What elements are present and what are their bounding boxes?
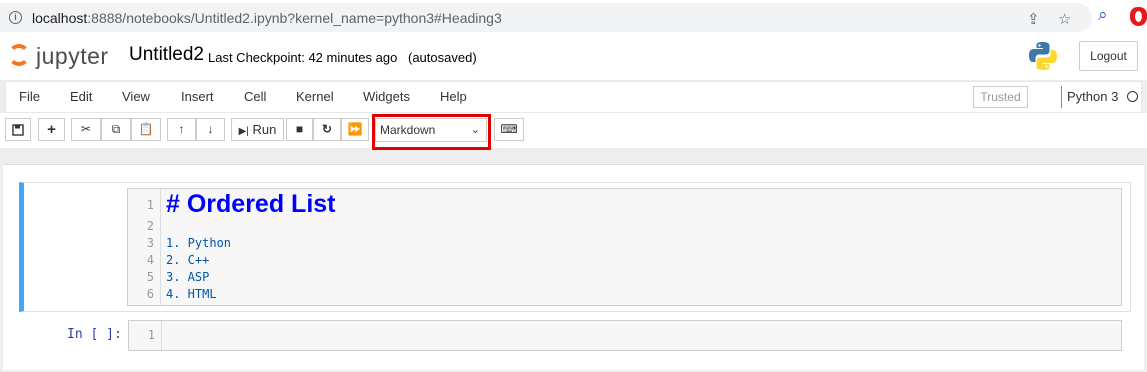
move-down-button[interactable]: ↓ — [196, 118, 225, 141]
arrow-up-icon: ↑ — [178, 122, 185, 136]
code-line: 2. C++ — [166, 253, 210, 267]
menu-widgets[interactable]: Widgets — [363, 89, 410, 104]
notebook-container: 1 2 3 4 5 6 # Ordered List 1. Python 2. … — [3, 164, 1144, 370]
menu-bar: File Edit View Insert Cell Kernel Widget… — [5, 81, 1142, 113]
extension-shield-icon[interactable] — [1130, 7, 1147, 26]
python-logo-icon — [1029, 42, 1057, 70]
paste-button[interactable]: 📋 — [131, 118, 161, 141]
bookmark-star-icon[interactable]: ☆ — [1058, 10, 1071, 28]
checkpoint-status: Last Checkpoint: 42 minutes ago — [208, 50, 398, 65]
notebook-header: jupyter Untitled2 Last Checkpoint: 42 mi… — [0, 35, 1147, 80]
autosave-status: (autosaved) — [408, 50, 477, 65]
logout-button[interactable]: Logout — [1079, 41, 1138, 71]
keyboard-icon: ⌨ — [500, 122, 518, 136]
jupyter-ring-icon — [8, 44, 30, 66]
line-number: 1 — [147, 328, 155, 342]
search-extension-icon[interactable]: ⌕ — [1098, 5, 1108, 25]
jupyter-logo-text: jupyter — [36, 43, 109, 69]
trusted-indicator[interactable]: Trusted — [973, 86, 1028, 108]
plus-icon: + — [47, 121, 56, 138]
restart-run-all-button[interactable]: ⏩ — [341, 118, 369, 141]
restart-icon: ↻ — [321, 122, 333, 136]
save-icon — [12, 124, 24, 136]
share-icon[interactable]: ⇪ — [1027, 10, 1040, 28]
menu-kernel[interactable]: Kernel — [296, 89, 334, 104]
command-palette-button[interactable]: ⌨ — [494, 118, 524, 141]
move-up-button[interactable]: ↑ — [167, 118, 196, 141]
restart-button[interactable]: ↻ — [313, 118, 341, 141]
menu-help[interactable]: Help — [440, 89, 467, 104]
red-highlight-box — [372, 114, 491, 150]
run-label: Run — [252, 122, 277, 137]
menu-edit[interactable]: Edit — [70, 89, 92, 104]
url-path: :8888/notebooks/Untitled2.ipynb?kernel_n… — [87, 10, 502, 26]
line-number: 4 — [146, 253, 154, 267]
menu-cell[interactable]: Cell — [244, 89, 266, 104]
kernel-idle-indicator-icon — [1127, 91, 1138, 102]
save-button[interactable] — [5, 118, 31, 141]
line-number-gutter: 1 — [129, 321, 162, 350]
arrow-down-icon: ↓ — [207, 122, 214, 136]
paste-icon: 📋 — [138, 122, 154, 136]
line-number: 3 — [146, 236, 154, 250]
code-line: 3. ASP — [166, 270, 210, 284]
run-icon: ▶| — [238, 126, 249, 137]
interrupt-button[interactable]: ■ — [286, 118, 313, 141]
run-button[interactable]: ▶| Run — [231, 118, 284, 141]
input-prompt: In [ ]: — [67, 327, 122, 342]
notebook-name[interactable]: Untitled2 — [129, 44, 204, 66]
insert-cell-button[interactable]: + — [38, 118, 65, 141]
kernel-name: Python 3 — [1061, 86, 1118, 108]
menu-file[interactable]: File — [19, 89, 40, 104]
site-info-icon[interactable]: i — [9, 11, 22, 24]
url-text[interactable]: localhost:8888/notebooks/Untitled2.ipynb… — [32, 10, 502, 26]
browser-url-bar: i localhost:8888/notebooks/Untitled2.ipy… — [0, 0, 1147, 35]
notebook-toolbar: + ✂ ⧉ 📋 ↑ ↓ ▶| Run ■ ↻ ⏩ Markdown ⌄ ⌨ — [0, 113, 1147, 150]
code-cell[interactable]: In [ ]: 1 — [19, 315, 1131, 357]
line-number: 2 — [146, 219, 154, 233]
cell-editor[interactable]: 1 — [128, 320, 1122, 351]
code-line-heading: # Ordered List — [166, 190, 336, 218]
line-number: 6 — [146, 287, 154, 301]
cut-button[interactable]: ✂ — [71, 118, 101, 141]
cut-icon: ✂ — [80, 122, 92, 136]
line-number-gutter: 1 2 3 4 5 6 — [128, 189, 161, 305]
address-field[interactable]: i localhost:8888/notebooks/Untitled2.ipy… — [0, 3, 1092, 32]
line-number: 1 — [146, 198, 154, 212]
stop-icon: ■ — [295, 122, 304, 136]
menu-insert[interactable]: Insert — [181, 89, 214, 104]
fast-forward-icon: ⏩ — [347, 122, 363, 136]
menu-view[interactable]: View — [122, 89, 150, 104]
code-line: 1. Python — [166, 236, 232, 250]
copy-icon: ⧉ — [111, 122, 121, 136]
jupyter-logo[interactable]: jupyter — [6, 42, 116, 72]
copy-button[interactable]: ⧉ — [101, 118, 131, 141]
url-host: localhost — [32, 10, 88, 26]
code-line: 4. HTML — [166, 287, 217, 301]
cell-editor[interactable]: 1 2 3 4 5 6 # Ordered List 1. Python 2. … — [127, 188, 1122, 306]
line-number: 5 — [146, 270, 154, 284]
